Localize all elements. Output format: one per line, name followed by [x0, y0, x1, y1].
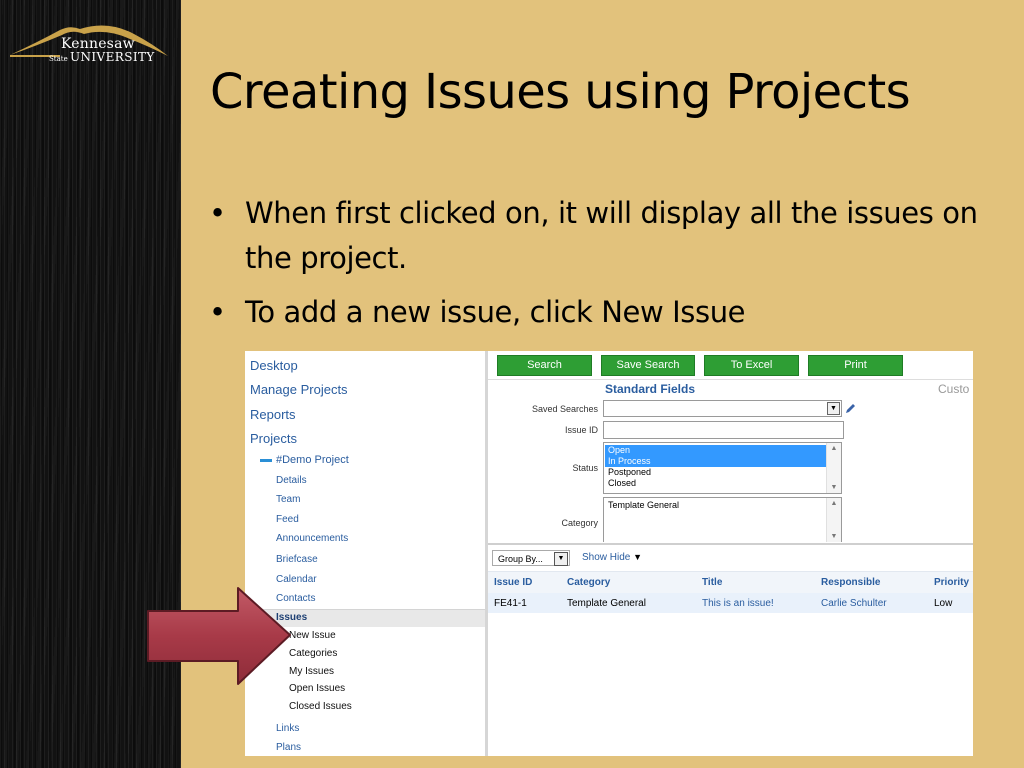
scroll-down-icon[interactable]: ▼ [827, 482, 841, 493]
category-listbox[interactable]: Template General ▲ ▼ [603, 497, 842, 542]
status-option-open[interactable]: Open [605, 445, 827, 456]
nav-projects[interactable]: Projects [250, 431, 297, 446]
nav-feed[interactable]: Feed [276, 514, 299, 525]
bullet-text: When first clicked on, it will display a… [245, 196, 978, 275]
nav-links[interactable]: Links [276, 723, 299, 734]
nav-demo-project[interactable]: #Demo Project [260, 454, 349, 466]
search-button[interactable]: Search [497, 355, 592, 376]
status-option-in-process[interactable]: In Process [605, 456, 827, 467]
status-option-closed[interactable]: Closed [605, 478, 827, 489]
logo-text-state: State [49, 55, 68, 63]
embedded-app-screenshot: Desktop Manage Projects Reports Projects… [245, 351, 973, 756]
saved-searches-select[interactable]: ▼ [603, 400, 842, 417]
status-label: Status [572, 463, 598, 473]
category-label: Category [561, 518, 598, 528]
nav-closed-issues[interactable]: Closed Issues [289, 701, 352, 712]
bullet-text: To add a new issue, click New Issue [245, 295, 746, 329]
nav-calendar[interactable]: Calendar [276, 574, 317, 585]
bullet-item: • To add a new issue, click New Issue [205, 290, 985, 335]
nav-my-issues[interactable]: My Issues [289, 666, 334, 677]
nav-plans[interactable]: Plans [276, 742, 301, 753]
project-sidebar: Desktop Manage Projects Reports Projects… [245, 351, 488, 756]
table-row[interactable]: FE41-1 Template General This is an issue… [488, 593, 973, 613]
issue-id-input[interactable] [603, 421, 844, 439]
category-option[interactable]: Template General [605, 500, 827, 511]
action-toolbar: Search Save Search To Excel Print [488, 351, 973, 380]
status-listbox[interactable]: Open In Process Postponed Closed ▲ ▼ [603, 442, 842, 494]
nav-briefcase[interactable]: Briefcase [276, 554, 318, 565]
dropdown-arrow-icon[interactable]: ▼ [554, 552, 568, 566]
issues-panel: Search Save Search To Excel Print Standa… [488, 351, 973, 756]
column-title[interactable]: Title [702, 577, 722, 588]
section-divider [488, 543, 973, 545]
logo-text-university: UNIVERSITY [70, 50, 155, 64]
nav-details[interactable]: Details [276, 475, 307, 486]
column-responsible[interactable]: Responsible [821, 577, 880, 588]
column-category[interactable]: Category [567, 577, 610, 588]
print-button[interactable]: Print [808, 355, 903, 376]
bullet-dot: • [209, 196, 226, 230]
nav-open-issues[interactable]: Open Issues [289, 683, 345, 694]
category-scrollbar[interactable]: ▲ ▼ [826, 498, 841, 542]
nav-manage-projects[interactable]: Manage Projects [250, 382, 348, 397]
bullet-dot: • [209, 295, 226, 329]
scroll-down-icon[interactable]: ▼ [827, 531, 841, 542]
scroll-up-icon[interactable]: ▲ [827, 443, 841, 454]
university-logo: Kennesaw State UNIVERSITY [8, 22, 173, 67]
nav-team[interactable]: Team [276, 494, 300, 505]
cell-responsible-link[interactable]: Carlie Schulter [821, 598, 887, 609]
nav-announcements[interactable]: Announcements [276, 533, 348, 544]
dropdown-arrow-icon[interactable]: ▼ [827, 402, 840, 415]
nav-desktop[interactable]: Desktop [250, 358, 298, 373]
cell-issue-id: FE41-1 [494, 598, 527, 609]
cell-priority: Low [934, 598, 953, 609]
tab-standard-fields[interactable]: Standard Fields [605, 382, 695, 396]
nav-new-issue[interactable]: New Issue [289, 630, 336, 641]
red-arrow-pointer-icon [147, 587, 291, 685]
to-excel-button[interactable]: To Excel [704, 355, 799, 376]
tab-custom-fields[interactable]: Custo [938, 382, 969, 396]
status-scrollbar[interactable]: ▲ ▼ [826, 443, 841, 493]
group-by-select[interactable]: Group By... ▼ [492, 550, 570, 566]
edit-pencil-icon[interactable] [845, 403, 856, 414]
save-search-button[interactable]: Save Search [601, 355, 695, 376]
cell-category: Template General [567, 598, 646, 609]
column-priority[interactable]: Priority [934, 577, 969, 588]
cell-title-link[interactable]: This is an issue! [702, 598, 774, 609]
bullet-item: • When first clicked on, it will display … [205, 191, 985, 281]
column-issue-id[interactable]: Issue ID [494, 577, 532, 588]
nav-reports[interactable]: Reports [250, 407, 296, 422]
show-hide-menu[interactable]: Show Hide ▼ [582, 552, 642, 563]
status-option-postponed[interactable]: Postponed [605, 467, 827, 478]
bullet-list: • When first clicked on, it will display … [205, 191, 985, 344]
slide-title: Creating Issues using Projects [210, 64, 911, 120]
issues-table-header: Issue ID Category Title Responsible Prio… [488, 571, 973, 594]
scroll-up-icon[interactable]: ▲ [827, 498, 841, 509]
saved-searches-label: Saved Searches [531, 404, 598, 414]
nav-categories[interactable]: Categories [289, 648, 337, 659]
caret-down-icon: ▼ [633, 552, 643, 562]
collapse-dash-icon [260, 458, 272, 462]
issue-id-label: Issue ID [564, 425, 598, 435]
